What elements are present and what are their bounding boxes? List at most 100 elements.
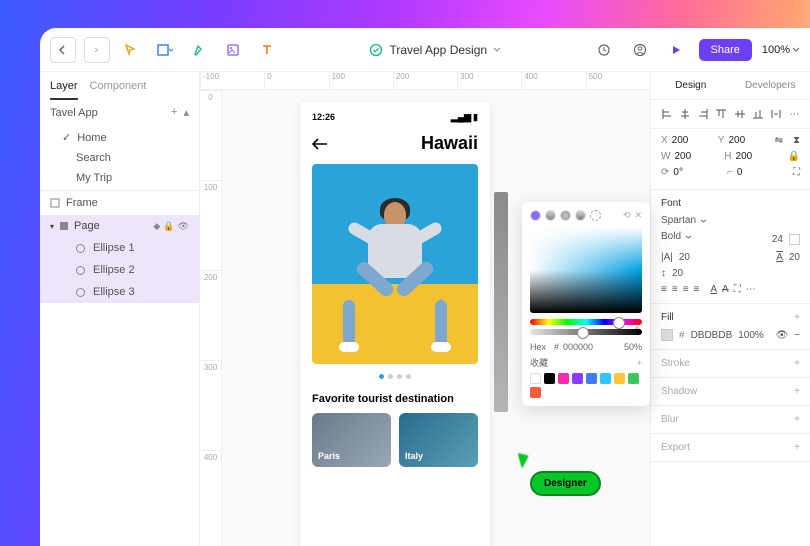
underline-icon[interactable]: A [710,284,717,295]
align-left-text-icon[interactable]: ≡ [661,284,667,295]
rotation-field[interactable]: ⟳ 0° [661,167,717,178]
text-more-icon[interactable]: ⋯ [746,284,756,295]
flip-h-icon[interactable]: ⇋ [775,135,783,146]
line-height-field[interactable]: 20 [789,252,800,263]
y-field[interactable]: Y 200 [718,135,765,146]
fill-linear[interactable] [545,210,556,221]
crop-icon[interactable]: ⛶ [734,284,741,295]
opacity-value[interactable]: 50% [624,342,642,352]
align-hcenter-icon[interactable] [677,106,692,122]
dot[interactable] [406,374,411,379]
shadow-section[interactable]: Shadow+ [651,378,810,406]
reset-icon[interactable]: ⟲ [623,210,631,221]
remove-fill-icon[interactable]: − [794,330,800,341]
layer-ellipse-2[interactable]: Ellipse 2 [40,259,199,281]
share-button[interactable]: Share [699,39,752,61]
lock-ratio-icon[interactable]: 🔒 [788,151,800,162]
swatch[interactable] [530,387,541,398]
back-button[interactable] [50,37,76,63]
hue-slider[interactable] [530,319,642,325]
w-field[interactable]: W 200 [661,151,714,162]
align-center-text-icon[interactable]: ≡ [672,284,678,295]
dot[interactable] [388,374,393,379]
distribute-icon[interactable] [769,106,784,122]
flip-v-icon[interactable]: ⧗ [793,135,800,146]
tree-mytrip[interactable]: My Trip [40,168,199,188]
pen-tool[interactable] [186,37,212,63]
dot[interactable] [397,374,402,379]
forward-button[interactable] [84,37,110,63]
align-top-icon[interactable] [714,106,729,122]
add-swatch-icon[interactable]: + [637,358,642,368]
fill-hex[interactable]: DBDBDB [691,330,733,341]
fill-swatch[interactable] [661,329,673,341]
history-icon[interactable] [591,37,617,63]
align-left-icon[interactable] [659,106,674,122]
artboard[interactable]: 12:26 ▂▄▆▮ Hawaii F [300,102,490,546]
tab-layer[interactable]: Layer [50,80,78,100]
frame-header[interactable]: Frame [40,190,199,215]
fav-card-italy[interactable]: Italy [399,413,478,467]
fill-image[interactable] [590,210,601,221]
alpha-slider[interactable] [530,329,642,335]
align-vcenter-icon[interactable] [732,106,747,122]
back-arrow-icon[interactable] [312,138,328,150]
tab-component[interactable]: Component [90,80,147,100]
font-size-field[interactable]: 24 [772,234,783,245]
layer-ellipse-1[interactable]: Ellipse 1 [40,237,199,259]
layer-page[interactable]: ▾Page ◆🔒👁 [40,215,199,237]
tree-home[interactable]: ✓Home [40,127,199,148]
swatch[interactable] [530,373,541,384]
carousel-dots[interactable] [312,374,478,379]
canvas[interactable]: -1000100200300400500 0100200300400 12:26… [200,72,650,546]
avatar-icon[interactable] [627,37,653,63]
fill-radial[interactable] [560,210,571,221]
tab-developers[interactable]: Developers [731,72,810,99]
fill-angular[interactable] [575,210,586,221]
more-icon[interactable]: ⋯ [787,106,802,122]
add-icon[interactable]: + [171,106,177,119]
font-family-select[interactable]: Spartan [661,215,800,226]
zoom-control[interactable]: 100% [762,44,800,56]
text-tool[interactable] [254,37,280,63]
swatch[interactable] [600,373,611,384]
fav-card-paris[interactable]: Paris [312,413,391,467]
swatch[interactable] [544,373,555,384]
align-justify-text-icon[interactable]: ≡ [694,284,700,295]
letter-spacing-field[interactable]: 20 [679,252,690,263]
add-fill-icon[interactable]: + [794,312,800,329]
swatch[interactable] [558,373,569,384]
document-title[interactable]: Travel App Design [280,43,591,57]
collapse-icon[interactable]: ▴ [183,106,189,119]
dot[interactable] [379,374,384,379]
corner-field[interactable]: ⌐ 0 [727,167,783,178]
swatch[interactable] [628,373,639,384]
swatch[interactable] [586,373,597,384]
layer-ellipse-3[interactable]: Ellipse 3 [40,281,199,303]
select-tool[interactable] [118,37,144,63]
component-icon[interactable]: ◆ [153,221,160,232]
font-color-swatch[interactable] [789,234,800,245]
export-section[interactable]: Export+ [651,434,810,462]
swatch[interactable] [614,373,625,384]
hex-value[interactable]: 000000 [563,342,593,352]
align-right-icon[interactable] [696,106,711,122]
swatch[interactable] [572,373,583,384]
rectangle-tool[interactable] [152,37,178,63]
visibility-icon[interactable]: 👁 [775,330,788,341]
eye-icon[interactable]: 👁 [178,221,189,232]
stroke-section[interactable]: Stroke+ [651,350,810,378]
tree-search[interactable]: Search [40,148,199,168]
font-weight-select[interactable]: Bold [661,231,766,242]
close-icon[interactable]: ✕ [634,210,642,221]
fill-solid[interactable] [530,210,541,221]
lock-icon[interactable]: 🔒 [163,221,174,232]
image-tool[interactable] [220,37,246,63]
blur-section[interactable]: Blur+ [651,406,810,434]
strikethrough-icon[interactable]: A [722,284,729,295]
saturation-field[interactable] [530,227,642,313]
tab-design[interactable]: Design [651,72,731,99]
align-bottom-icon[interactable] [750,106,765,122]
fill-opacity[interactable]: 100% [738,330,764,341]
expand-corners-icon[interactable]: ⛶ [793,167,800,178]
